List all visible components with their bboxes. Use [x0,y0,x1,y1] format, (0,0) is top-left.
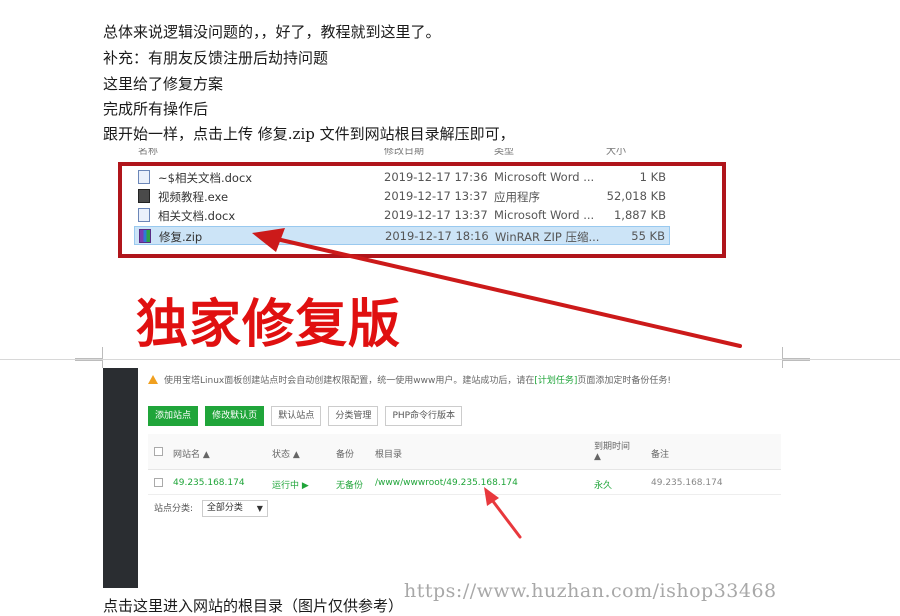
select-all-checkbox[interactable] [154,447,163,456]
explorer-screenshot: 名称 修改日期 类型 大小 ~$相关文档.docx 2019-12-17 17:… [112,148,780,348]
site-root-link[interactable]: /www/wwwroot/49.235.168.174 [375,478,518,488]
winrar-zip-icon [139,229,151,243]
site-backup[interactable]: 无备份 [336,478,363,491]
word-doc-icon [138,170,150,184]
explorer-column-headers: 名称 修改日期 类型 大小 [112,148,780,157]
header-date: 修改日期 [384,148,424,157]
table-row: 49.235.168.174 运行中 ▶ 无备份 /www/wwwroot/49… [148,471,781,495]
paragraph-fix-plan: 这里给了修复方案 [103,75,224,93]
category-filter: 站点分类: 全部分类 ▼ [154,500,268,517]
word-doc-icon [138,208,150,222]
panel-sidebar [103,368,138,588]
site-note[interactable]: 49.235.168.174 [651,478,723,488]
add-site-button[interactable]: 添加站点 [148,406,199,426]
paragraph-upload-instruction: 跟开始一样，点击上传 修复.zip 文件到网站根目录解压即可， [103,125,515,143]
exe-icon [138,189,150,203]
site-status[interactable]: 运行中 ▶ [272,478,309,491]
file-row[interactable]: 视频教程.exe 2019-12-17 13:37 应用程序 52,018 KB [134,187,670,206]
panel-toolbar: 添加站点 修改默认页 默认站点 分类管理 PHP命令行版本 [148,406,464,426]
cron-task-link[interactable]: [计划任务] [534,376,577,386]
category-label: 站点分类: [154,504,194,514]
site-table-header: 网站名 ▲ 状态 ▲ 备份 根目录 到期时间 ▲ 备注 [148,434,781,470]
paragraph-summary: 总体来说逻辑没问题的，，好了，教程就到这里了。 [103,23,441,41]
sort-up-icon: ▲ [202,450,210,460]
dropdown-arrow-icon: ▼ [256,504,263,513]
paragraph-supplement: 补充：有朋友反馈注册后劫持问题 [103,49,329,67]
column-note: 备注 [651,450,670,460]
column-root: 根目录 [375,450,403,460]
exclusive-fix-label: 独家修复版 [136,295,402,348]
php-cli-version-button[interactable]: PHP命令行版本 [385,406,463,426]
edit-default-page-button[interactable]: 修改默认页 [205,406,265,426]
paragraph-after-ops: 完成所有操作后 [103,100,209,118]
header-name: 名称 [138,148,158,157]
page-corner-mark [782,360,810,368]
column-expire[interactable]: 到期时间 ▲ [594,439,630,462]
category-select[interactable]: 全部分类 ▼ [201,500,268,517]
panel-screenshot: 使用宝塔Linux面板创建站点时会自动创建权限配置，统一使用www用户。建站成功… [103,368,781,588]
default-site-button[interactable]: 默认站点 [271,406,322,426]
column-site-name[interactable]: 网站名 ▲ [173,447,210,460]
page-break-line [0,359,900,360]
header-type: 类型 [494,148,514,157]
page-corner-mark [782,347,810,359]
file-row[interactable]: ~$相关文档.docx 2019-12-17 17:36 Microsoft W… [134,168,670,187]
site-name-link[interactable]: 49.235.168.174 [173,478,245,488]
row-checkbox[interactable] [154,478,163,487]
panel-notice: 使用宝塔Linux面板创建站点时会自动创建权限配置，统一使用www用户。建站成功… [148,373,671,386]
category-manage-button[interactable]: 分类管理 [328,406,379,426]
header-size: 大小 [606,148,626,157]
paragraph-root-hint: 点击这里进入网站的根目录（图片仅供参考） [103,597,404,615]
watermark-text: https://www.huzhan.com/ishop33468 [404,580,777,602]
page-corner-mark [75,360,103,368]
file-row-selected[interactable]: 修复.zip 2019-12-17 18:16 WinRAR ZIP 压缩...… [134,226,670,245]
sort-up-icon: ▲ [594,452,601,462]
site-panel: 使用宝塔Linux面板创建站点时会自动创建权限配置，统一使用www用户。建站成功… [138,368,781,588]
column-status[interactable]: 状态 ▲ [272,447,300,460]
page-corner-mark [75,347,103,359]
sort-up-icon: ▲ [292,450,300,460]
column-backup: 备份 [336,450,355,460]
site-expire[interactable]: 永久 [594,478,612,491]
file-row[interactable]: 相关文档.docx 2019-12-17 13:37 Microsoft Wor… [134,206,670,225]
warning-icon [148,375,158,384]
